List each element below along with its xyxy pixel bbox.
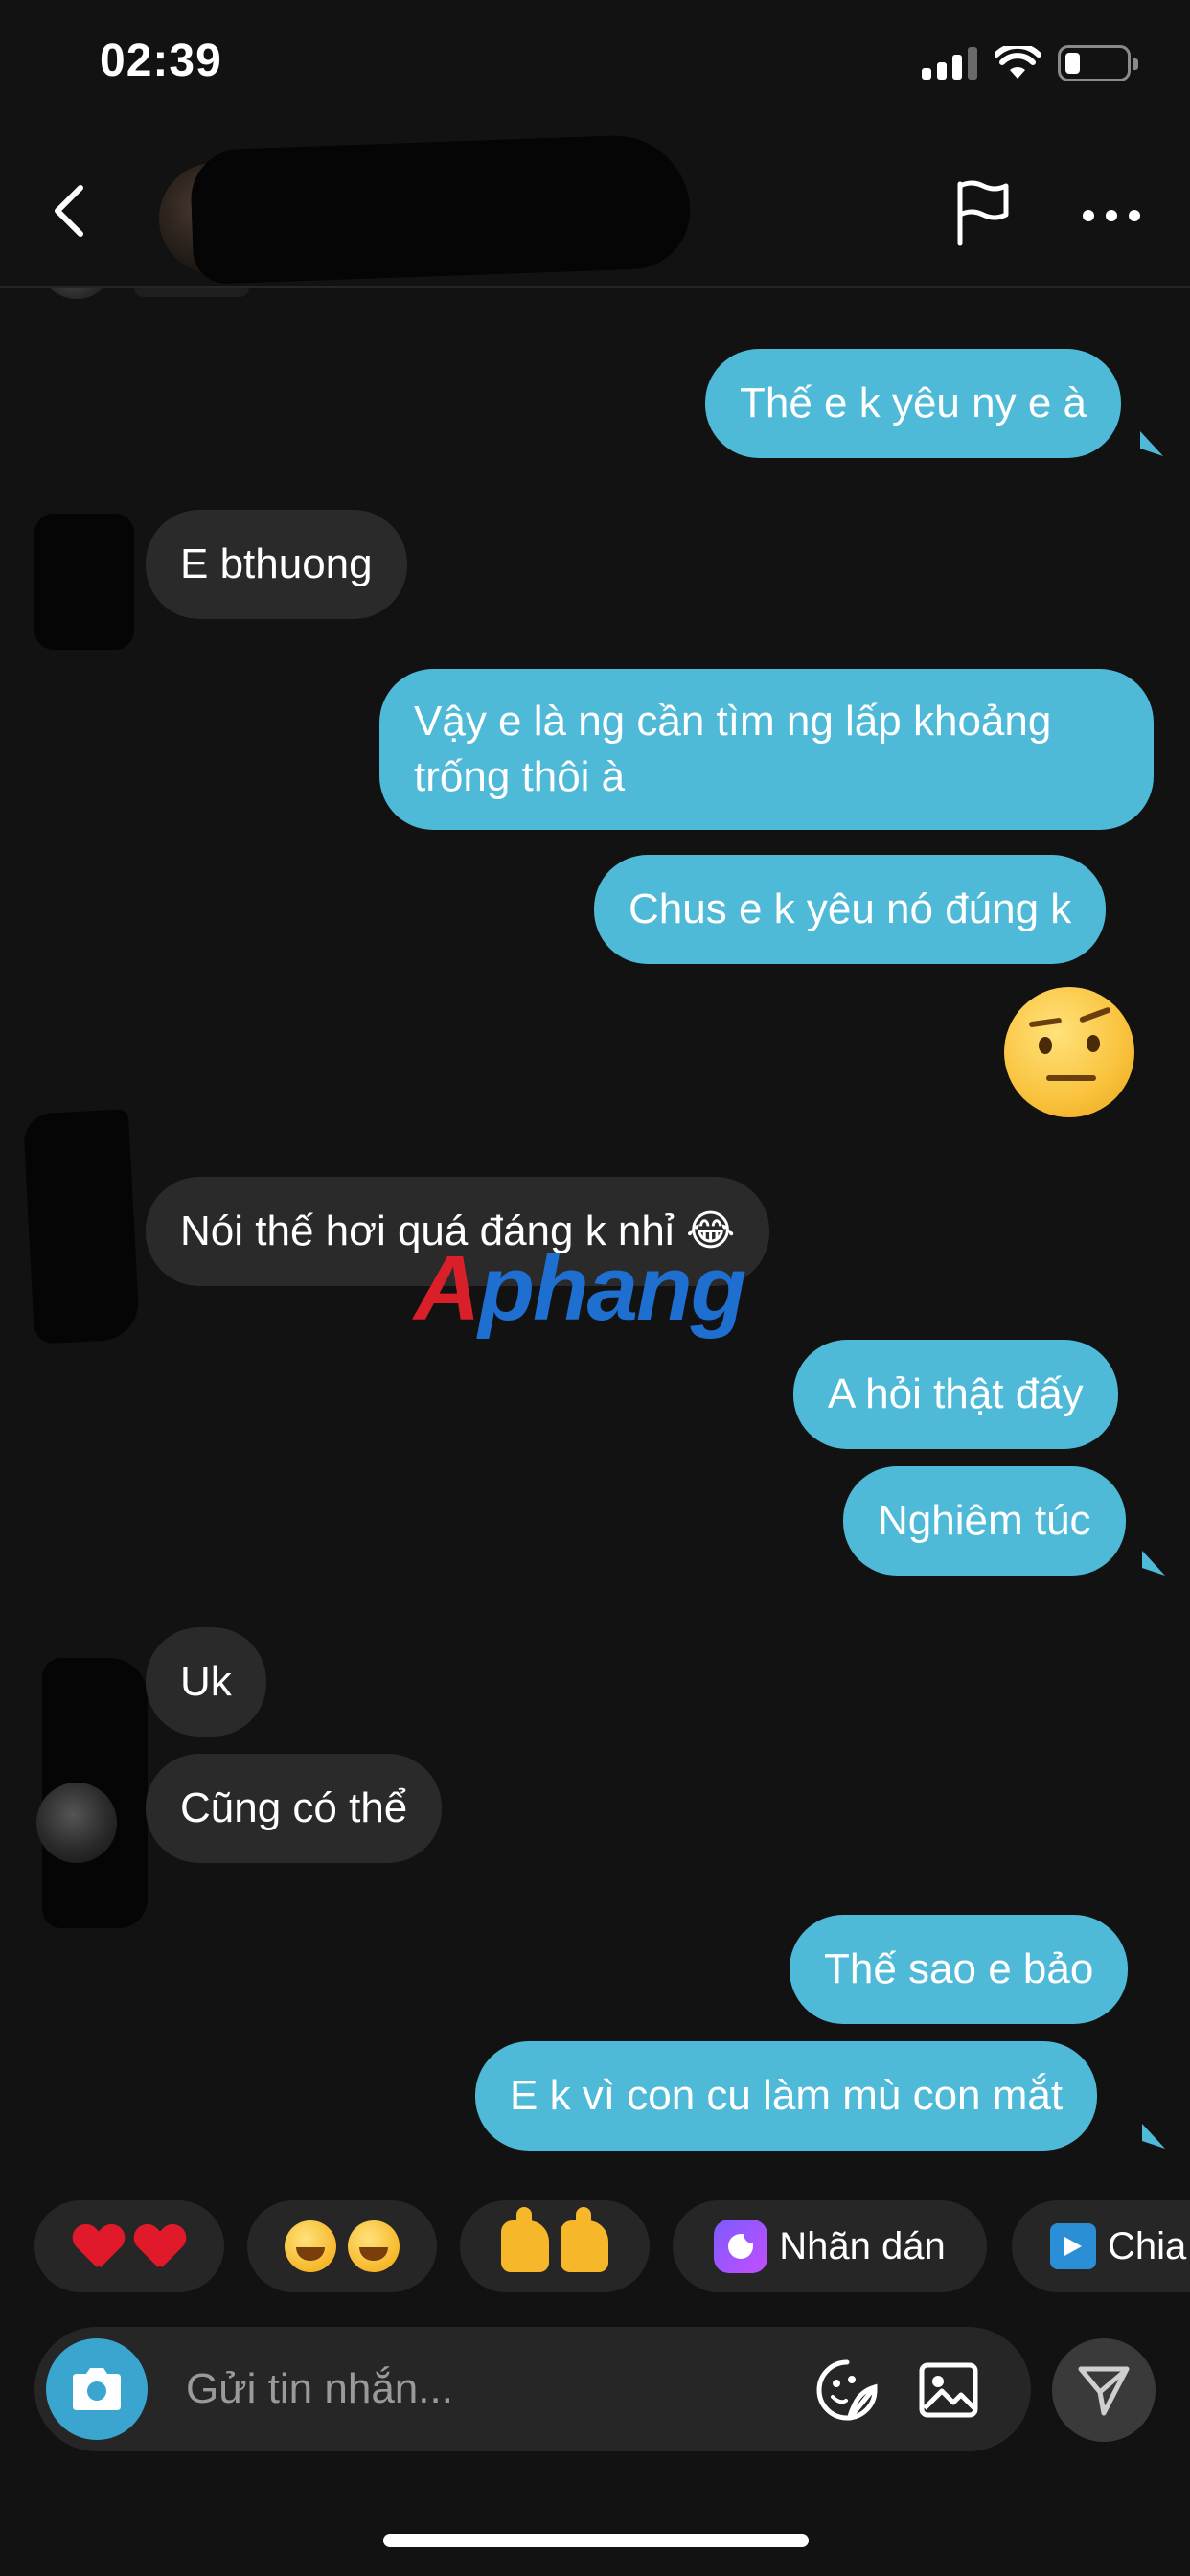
message-text: Vậy e là ng cần tìm ng lấp khoảng trống …: [414, 698, 1052, 800]
chat-header: [0, 132, 1190, 288]
bubble-tail: [1140, 431, 1163, 456]
message-bubble-incoming[interactable]: Cũng có thể: [146, 1754, 443, 1863]
message-text: Chus e k yêu nó đúng k: [629, 886, 1072, 932]
quick-reply-hearts[interactable]: [34, 2200, 224, 2292]
message-bubble-outgoing[interactable]: E k vì con cu làm mù con mắt: [475, 2041, 1098, 2150]
message-bubble-outgoing[interactable]: Nghiêm túc: [843, 1466, 1126, 1576]
chevron-left-icon: [55, 185, 83, 237]
share-chip[interactable]: Chia: [1012, 2200, 1190, 2292]
status-bar: 02:39: [0, 0, 1190, 134]
message-text: A hỏi thật đấy: [828, 1370, 1084, 1417]
incoming-avatar: [38, 288, 115, 299]
bubble-tail: [1142, 2124, 1165, 2149]
incoming-avatar[interactable]: [36, 1782, 117, 1863]
camera-icon: [73, 2368, 121, 2410]
sticker-face-icon: [816, 2359, 878, 2421]
avatar-redaction: [22, 1109, 141, 1345]
message-text: E k vì con cu làm mù con mắt: [510, 2072, 1064, 2119]
message-text: Cũng có thể: [180, 1784, 408, 1831]
message-bubble-incoming[interactable]: Uk: [146, 1627, 266, 1736]
message-composer: [34, 2327, 1031, 2451]
image-icon: [919, 2362, 978, 2418]
quick-reply-laughing[interactable]: [247, 2200, 437, 2292]
more-horizontal-icon: [1083, 210, 1140, 221]
quick-reply-thumbs-up[interactable]: [460, 2200, 650, 2292]
status-icons: [922, 44, 1138, 82]
heart-icon: [135, 2223, 185, 2269]
sticker-icon: [714, 2220, 768, 2273]
flag-icon: [957, 180, 1009, 246]
back-button[interactable]: [42, 176, 96, 245]
message-bubble-outgoing[interactable]: Thế e k yêu ny e à: [705, 349, 1121, 458]
message-bubble-outgoing[interactable]: Thế sao e bảo: [790, 1915, 1129, 2024]
battery-icon: [1058, 45, 1138, 81]
sticker-button[interactable]: [811, 2354, 883, 2426]
message-text: Uk: [180, 1658, 232, 1705]
status-time: 02:39: [100, 35, 222, 86]
message-bubble-outgoing[interactable]: A hỏi thật đấy: [793, 1340, 1118, 1449]
sticker-chip-label: Nhãn dán: [779, 2224, 946, 2267]
message-text: Thế e k yêu ny e à: [740, 380, 1087, 426]
camera-button[interactable]: [46, 2338, 148, 2440]
thumbs-up-icon: [561, 2207, 608, 2272]
avatar-redaction: [134, 288, 249, 297]
message-bubble-outgoing[interactable]: Vậy e là ng cần tìm ng lấp khoảng trống …: [379, 669, 1154, 830]
watermark-part-1: A: [414, 1237, 480, 1340]
sticker-chip[interactable]: Nhãn dán: [673, 2200, 987, 2292]
message-bubble-outgoing[interactable]: Chus e k yêu nó đúng k: [594, 855, 1107, 964]
message-text: Nghiêm túc: [878, 1497, 1091, 1544]
message-text: E bthuong: [180, 540, 373, 587]
send-button[interactable]: [1052, 2338, 1156, 2442]
heart-icon: [74, 2223, 124, 2269]
face-with-raised-eyebrow-emoji[interactable]: [1004, 987, 1134, 1117]
report-button[interactable]: [949, 174, 1016, 251]
gallery-button[interactable]: [912, 2354, 985, 2426]
watermark-logo: Aphang: [414, 1236, 746, 1342]
avatar-redaction: [34, 514, 134, 650]
laugh-cry-icon: [285, 2220, 336, 2272]
bubble-tail: [1142, 1551, 1165, 1576]
laugh-cry-icon: [348, 2220, 400, 2272]
cellular-signal-icon: [922, 47, 977, 80]
quick-reactions-row: Nhãn dán Chia: [0, 2200, 1190, 2296]
home-indicator[interactable]: [383, 2534, 809, 2547]
share-chip-label: Chia: [1108, 2224, 1187, 2267]
message-bubble-incoming[interactable]: E bthuong: [146, 510, 407, 619]
message-text: Thế sao e bảo: [824, 1945, 1094, 1992]
send-icon: [1078, 2366, 1130, 2416]
play-icon: [1050, 2223, 1096, 2269]
name-redaction: [189, 132, 693, 286]
thumbs-up-icon: [501, 2207, 549, 2272]
more-options-button[interactable]: [1073, 192, 1150, 240]
watermark-part-2: phang: [478, 1237, 746, 1340]
wifi-icon: [995, 46, 1041, 79]
message-input[interactable]: [186, 2356, 818, 2423]
